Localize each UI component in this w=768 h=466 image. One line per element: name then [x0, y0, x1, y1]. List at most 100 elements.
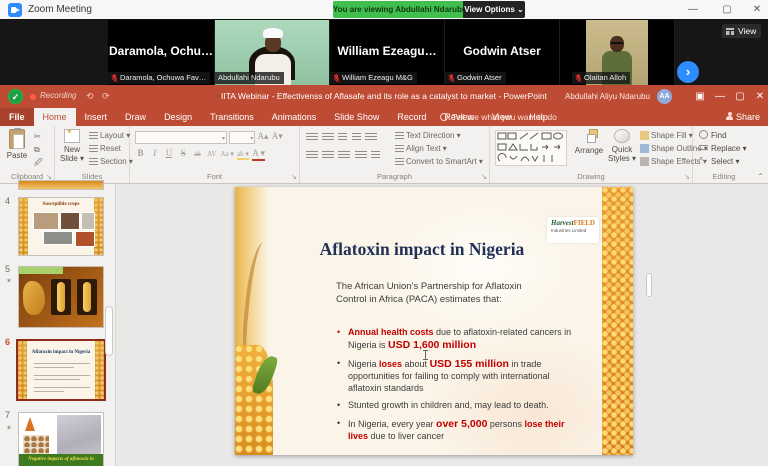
quick-styles-button[interactable]: Quick Styles ▾ — [606, 129, 638, 163]
arrange-button[interactable]: Arrange — [572, 129, 606, 155]
participant-tile[interactable]: William Ezeagu… William Ezeagu M&G — [330, 20, 445, 85]
share-person-icon — [726, 112, 733, 120]
minimize-button[interactable]: — — [686, 3, 700, 17]
paste-icon — [9, 129, 25, 149]
align-left-icon[interactable] — [306, 150, 318, 159]
align-right-icon[interactable] — [338, 150, 350, 159]
layout-button[interactable]: Layout ▾ — [89, 129, 133, 142]
grow-font-button[interactable]: A▴ — [257, 131, 268, 142]
drawing-group: Arrange Quick Styles ▾ Shape Fill ▾ Shap… — [490, 126, 693, 183]
slide-4-thumbnail[interactable]: Susceptible crops — [18, 197, 104, 256]
participant-name-chip: William Ezeagu M&G — [330, 72, 417, 84]
tab-transitions[interactable]: Transitions — [201, 108, 263, 126]
highlight-color-button[interactable]: ab ▾ — [237, 150, 249, 160]
participant-name-chip: Daramola, Ochuwa Fav… — [108, 72, 210, 84]
share-button[interactable]: Share — [726, 108, 760, 126]
shrink-font-button[interactable]: A▾ — [272, 131, 283, 142]
tab-animations[interactable]: Animations — [263, 108, 326, 126]
tab-draw[interactable]: Draw — [116, 108, 155, 126]
paste-button[interactable]: Paste — [4, 129, 30, 160]
tab-slide-show[interactable]: Slide Show — [325, 108, 388, 126]
replace-button[interactable]: Replace ▾ — [699, 142, 747, 155]
line-spacing-icon[interactable] — [365, 132, 377, 141]
strikethrough-button[interactable]: S — [178, 148, 189, 158]
muted-mic-icon — [448, 74, 455, 83]
font-color-button[interactable]: A ▾ — [252, 148, 265, 161]
gallery-view-button[interactable]: View — [722, 24, 761, 38]
clipboard-small-buttons: ✂ ⧉ 🖉 — [34, 130, 43, 169]
font-dialog-launcher-icon[interactable]: ↘ — [291, 173, 297, 181]
close-button[interactable]: ✕ — [750, 3, 764, 17]
select-icon — [699, 156, 708, 165]
tab-design[interactable]: Design — [155, 108, 201, 126]
shape-effects-icon — [640, 157, 649, 166]
ribbon-display-options-icon[interactable]: ▣ — [692, 90, 708, 104]
increase-indent-icon[interactable] — [352, 132, 361, 141]
character-spacing-button[interactable]: AV — [206, 150, 217, 158]
participant-tile[interactable]: Daramola, Ochu… Daramola, Ochuwa Fav… — [108, 20, 215, 85]
slide-5-number: 5 — [5, 264, 17, 274]
drawing-group-label: Drawing — [490, 172, 692, 181]
reset-button[interactable]: Reset — [89, 142, 133, 155]
change-case-button[interactable]: Aa ▾ — [220, 150, 233, 158]
pp-close-button[interactable]: ✕ — [752, 90, 768, 104]
tab-insert[interactable]: Insert — [76, 108, 117, 126]
participant-tile[interactable]: Olaitan Alloh — [560, 20, 675, 85]
collapse-ribbon-icon[interactable]: ⌃ — [757, 172, 764, 181]
font-group: ▾ ▾ A▴ A▾ B I U S ab AV Aa ▾ ab ▾ A ▾ Fo… — [130, 126, 300, 183]
section-button[interactable]: Section ▾ — [89, 155, 133, 168]
powerpoint-titlebar: ✓ Recording ⟲ ⟳ IITA Webinar - Effective… — [0, 85, 768, 108]
participant-tile-speaker[interactable]: Abdullahi Ndarubu — [215, 20, 330, 85]
columns-icon[interactable] — [371, 150, 380, 159]
cut-button[interactable]: ✂ — [34, 130, 43, 143]
pp-restore-button[interactable]: ▢ — [732, 90, 748, 104]
convert-smartart-button[interactable]: Convert to SmartArt ▾ — [395, 155, 483, 168]
pp-minimize-button[interactable]: — — [712, 90, 728, 104]
find-button[interactable]: Find — [699, 129, 747, 142]
quick-styles-icon — [614, 129, 630, 143]
text-direction-button[interactable]: Text Direction ▾ — [395, 129, 483, 142]
tab-home[interactable]: Home — [34, 108, 76, 126]
drawing-dialog-launcher-icon[interactable]: ↘ — [684, 173, 690, 181]
decrease-indent-icon[interactable] — [338, 132, 347, 141]
paragraph-dialog-launcher-icon[interactable]: ↘ — [481, 173, 487, 181]
italic-button[interactable]: I — [149, 148, 160, 158]
ribbon-tab-bar: FileHomeInsertDrawDesignTransitionsAnima… — [0, 108, 768, 126]
shapes-gallery[interactable] — [495, 130, 567, 166]
slide-4-number: 4 — [5, 196, 17, 206]
replace-icon — [699, 143, 708, 152]
copy-button[interactable]: ⧉ — [34, 143, 43, 156]
account-avatar[interactable]: AA — [657, 89, 672, 104]
view-options-button[interactable]: View Options ⌄ — [463, 1, 525, 18]
participant-tile[interactable]: Godwin Atser Godwin Atser — [445, 20, 560, 85]
next-participants-arrow[interactable]: › — [677, 61, 699, 83]
tab-file[interactable]: File — [0, 108, 34, 126]
shape-fill-icon — [640, 131, 649, 140]
underline-button[interactable]: U — [163, 148, 174, 158]
maximize-button[interactable]: ▢ — [720, 3, 734, 17]
slide-canvas[interactable]: HarvestFIELD Industries Limited Aflatoxi… — [235, 187, 633, 455]
format-painter-button[interactable]: 🖉 — [34, 156, 43, 169]
select-button[interactable]: Select ▾ — [699, 155, 747, 168]
numbering-icon[interactable] — [322, 132, 334, 141]
new-slide-button[interactable]: New Slide ▾ — [57, 129, 87, 163]
slide-5-thumbnail[interactable] — [18, 266, 104, 328]
tell-me-box[interactable]: Tell me what you want to do — [440, 108, 557, 126]
tab-record[interactable]: Record — [388, 108, 435, 126]
participant-video-strip: Daramola, Ochu… Daramola, Ochuwa Fav… Ab… — [0, 20, 768, 85]
strikethrough2-button[interactable]: ab — [192, 150, 203, 158]
slide-7-thumbnail[interactable]: Negative impacts of aflatoxin in — [18, 412, 104, 466]
slide-3-thumbnail-partial[interactable] — [18, 180, 104, 190]
canvas-scrollbar-thumb[interactable] — [646, 273, 652, 297]
paragraph-group-label: Paragraph — [300, 172, 489, 181]
slide-6-thumbnail-selected[interactable]: Aflatoxin impact in Nigeria — [16, 339, 106, 401]
font-size-combobox[interactable]: ▾ — [229, 131, 255, 144]
bullets-icon[interactable] — [306, 132, 318, 141]
align-center-icon[interactable] — [322, 150, 334, 159]
align-text-button[interactable]: Align Text ▾ — [395, 142, 483, 155]
thumbnail-scrollbar-thumb[interactable] — [105, 306, 113, 356]
justify-icon[interactable] — [355, 150, 367, 159]
zoom-app-icon — [8, 3, 22, 17]
bold-button[interactable]: B — [135, 148, 146, 158]
font-name-combobox[interactable]: ▾ — [135, 131, 227, 144]
